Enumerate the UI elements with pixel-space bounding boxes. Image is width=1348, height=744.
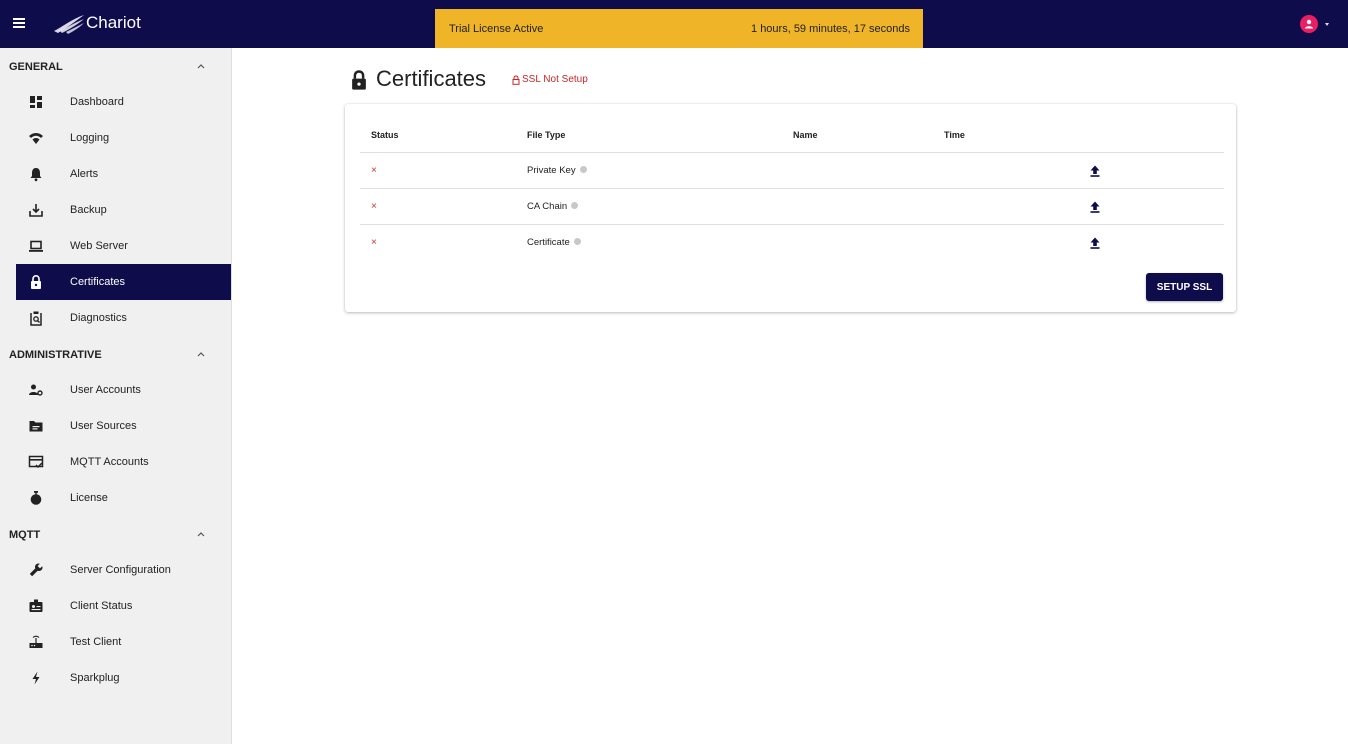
table-row: × Private Key xyxy=(360,152,1224,188)
sidebar-item-server-configuration[interactable]: Server Configuration xyxy=(16,552,231,588)
sidebar-item-certificates[interactable]: Certificates xyxy=(16,264,231,300)
table-row: × CA Chain xyxy=(360,188,1224,224)
sidebar-item-label: Web Server xyxy=(70,240,128,252)
laptop-icon xyxy=(29,240,43,252)
sidebar-item-label: Certificates xyxy=(70,276,126,288)
file-type-cell: CA Chain xyxy=(527,201,579,212)
column-header-file-type: File Type xyxy=(527,130,566,140)
user-icon xyxy=(1305,19,1313,29)
sidebar-item-label: Dashboard xyxy=(70,96,124,108)
sidebar-item-dashboard[interactable]: Dashboard xyxy=(16,84,231,120)
upload-icon[interactable] xyxy=(1088,236,1102,250)
sidebar-item-label: Alerts xyxy=(70,168,99,180)
sidebar-item-user-sources[interactable]: User Sources xyxy=(16,408,231,444)
sidebar-item-user-accounts[interactable]: User Accounts xyxy=(16,372,231,408)
upload-icon[interactable] xyxy=(1088,200,1102,214)
account-avatar[interactable] xyxy=(1300,15,1318,33)
sidebar-item-mqtt-accounts[interactable]: MQTT Accounts xyxy=(16,444,231,480)
status-error-icon: × xyxy=(371,165,377,176)
section-header-general[interactable]: GENERAL xyxy=(0,48,231,84)
file-type-label: Private Key xyxy=(527,165,576,176)
sidebar-item-client-status[interactable]: Client Status xyxy=(16,588,231,624)
sidebar-item-label: Diagnostics xyxy=(70,312,127,324)
sidebar-item-web-server[interactable]: Web Server xyxy=(16,228,231,264)
dashboard-icon xyxy=(30,96,42,108)
wrench-icon xyxy=(29,563,43,577)
chariot-logo xyxy=(54,15,84,34)
sidebar-item-label: Server Configuration xyxy=(70,564,171,576)
help-icon[interactable] xyxy=(571,201,579,209)
certificates-card: Status File Type Name Time × Private Key… xyxy=(345,104,1236,312)
top-app-bar: Chariot Trial License Active 1 hours, 59… xyxy=(0,0,1348,48)
lock-outline-icon xyxy=(512,75,520,85)
bell-icon xyxy=(30,168,42,182)
sidebar-item-label: Client Status xyxy=(70,600,133,612)
setup-ssl-button[interactable]: SETUP SSL xyxy=(1146,273,1223,301)
section-title: MQTT xyxy=(9,529,41,541)
account-menu-caret-icon[interactable] xyxy=(1325,23,1329,26)
chevron-up-icon xyxy=(197,532,205,537)
bolt-icon xyxy=(32,671,40,685)
page-title: Certificates xyxy=(376,66,487,91)
section-header-administrative[interactable]: ADMINISTRATIVE xyxy=(0,336,231,372)
section-header-mqtt[interactable]: MQTT xyxy=(0,516,231,552)
license-banner: Trial License Active 1 hours, 59 minutes… xyxy=(435,9,923,48)
file-type-label: CA Chain xyxy=(527,201,568,212)
column-header-time: Time xyxy=(944,130,965,140)
status-error-icon: × xyxy=(371,201,377,212)
chevron-up-icon xyxy=(197,64,205,69)
sidebar-item-label: Logging xyxy=(70,132,110,144)
menu-icon[interactable] xyxy=(10,12,32,34)
sidebar-item-label: MQTT Accounts xyxy=(70,456,149,468)
help-icon[interactable] xyxy=(579,165,587,173)
user-cog-icon xyxy=(29,384,43,396)
sidebar-item-backup[interactable]: Backup xyxy=(16,192,231,228)
clipboard-search-icon xyxy=(30,311,42,326)
help-icon[interactable] xyxy=(573,237,581,245)
sidebar: GENERAL Dashboard Logging Alerts Backup xyxy=(0,48,232,744)
sidebar-item-label: Backup xyxy=(70,204,107,216)
file-type-cell: Private Key xyxy=(527,165,587,176)
section-title: ADMINISTRATIVE xyxy=(9,349,102,361)
sidebar-item-license[interactable]: License xyxy=(16,480,231,516)
sidebar-item-label: License xyxy=(70,492,108,504)
file-type-label: Certificate xyxy=(527,237,570,248)
wifi-icon xyxy=(29,133,43,144)
sidebar-item-label: User Sources xyxy=(70,420,137,432)
section-title: GENERAL xyxy=(9,61,63,73)
download-tray-icon xyxy=(29,204,43,217)
sidebar-item-sparkplug[interactable]: Sparkplug xyxy=(16,660,231,696)
lock-icon xyxy=(352,70,366,90)
license-countdown: 1 hours, 59 minutes, 17 seconds xyxy=(751,23,910,35)
sidebar-item-diagnostics[interactable]: Diagnostics xyxy=(16,300,231,336)
ssl-status-text: SSL Not Setup xyxy=(522,74,588,85)
upload-icon[interactable] xyxy=(1088,164,1102,178)
status-error-icon: × xyxy=(371,237,377,248)
router-icon xyxy=(29,635,43,648)
sidebar-item-alerts[interactable]: Alerts xyxy=(16,156,231,192)
sidebar-item-test-client[interactable]: Test Client xyxy=(16,624,231,660)
sidebar-item-logging[interactable]: Logging xyxy=(16,120,231,156)
lock-icon xyxy=(31,274,41,289)
sidebar-item-label: Test Client xyxy=(70,636,122,648)
column-header-name: Name xyxy=(793,130,818,140)
card-check-icon xyxy=(28,455,44,469)
chevron-up-icon xyxy=(197,352,205,357)
badge-icon xyxy=(29,599,43,612)
file-type-cell: Certificate xyxy=(527,237,581,248)
stopwatch-icon xyxy=(30,491,42,505)
sidebar-item-label: User Accounts xyxy=(70,384,141,396)
table-row: × Certificate xyxy=(360,224,1224,260)
license-status: Trial License Active xyxy=(449,23,544,35)
folder-icon xyxy=(29,421,43,432)
column-header-status: Status xyxy=(371,130,399,140)
sidebar-item-label: Sparkplug xyxy=(70,672,120,684)
app-title: Chariot xyxy=(86,13,141,32)
